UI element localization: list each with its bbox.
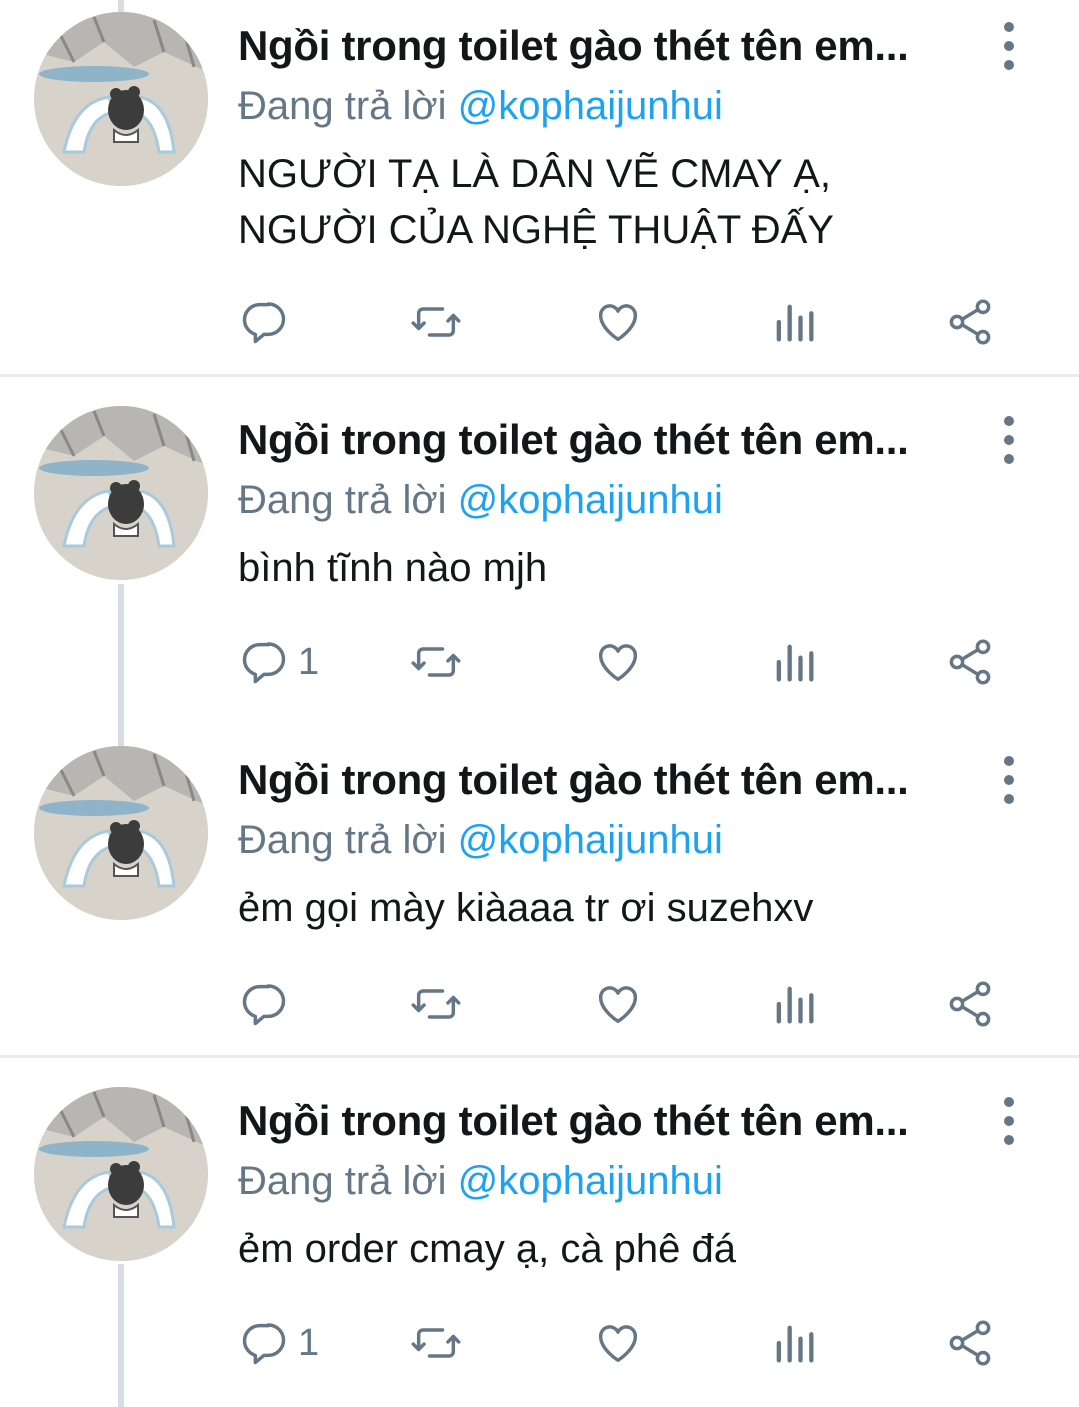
more-vertical-icon[interactable] <box>992 22 1026 82</box>
reply-handle-link[interactable]: @kophaijunhui <box>458 84 723 128</box>
replying-to: Đang trả lời @kophaijunhui <box>238 818 723 863</box>
analytics-icon <box>776 304 814 342</box>
like-button[interactable] <box>592 292 644 352</box>
heart-icon <box>598 986 638 1024</box>
divider <box>0 1055 1079 1058</box>
avatar[interactable] <box>34 1087 208 1261</box>
retweet-icon <box>411 1328 461 1358</box>
action-bar: 1 <box>0 1313 1079 1373</box>
share-button[interactable] <box>944 974 996 1034</box>
reply-icon <box>242 302 286 344</box>
avatar[interactable] <box>34 746 208 920</box>
retweet-button[interactable] <box>410 632 462 692</box>
reply-prefix: Đang trả lời <box>238 1159 447 1203</box>
analytics-icon <box>776 644 814 682</box>
analytics-button[interactable] <box>768 1313 820 1373</box>
display-name[interactable]: Ngồi trong toilet gào thét tên em... <box>238 22 909 70</box>
share-button[interactable] <box>944 292 996 352</box>
avatar-image <box>34 1087 208 1261</box>
tweet[interactable]: Ngồi trong toilet gào thét tên em... Đan… <box>0 404 1079 734</box>
reply-prefix: Đang trả lời <box>238 818 447 862</box>
share-icon <box>949 1320 991 1366</box>
like-button[interactable] <box>592 632 644 692</box>
avatar-image <box>34 746 208 920</box>
tweet[interactable]: Ngồi trong toilet gào thét tên em... Đan… <box>0 10 1079 370</box>
tweet[interactable]: Ngồi trong toilet gào thét tên em... Đan… <box>0 1085 1079 1405</box>
divider <box>0 374 1079 377</box>
retweet-icon <box>411 647 461 677</box>
reply-handle-link[interactable]: @kophaijunhui <box>458 478 723 522</box>
reply-button[interactable] <box>238 292 298 352</box>
tweet-text-line: NGƯỜI CỦA NGHỆ THUẬT ĐẤY <box>238 208 834 252</box>
share-button[interactable] <box>944 632 996 692</box>
analytics-button[interactable] <box>768 632 820 692</box>
more-vertical-icon[interactable] <box>992 1097 1026 1157</box>
analytics-button[interactable] <box>768 292 820 352</box>
analytics-icon <box>776 986 814 1024</box>
reply-icon <box>242 1323 286 1365</box>
heart-icon <box>598 644 638 682</box>
more-vertical-icon[interactable] <box>992 756 1026 816</box>
retweet-icon <box>411 307 461 337</box>
action-bar <box>0 292 1079 352</box>
retweet-button[interactable] <box>410 974 462 1034</box>
tweet-text: ẻm order cmay ạ, cà phê đá <box>238 1221 1038 1277</box>
tweet-text: NGƯỜI TẠ LÀ DÂN VẼ CMAY Ạ, NGƯỜI CỦA NGH… <box>238 146 1038 258</box>
share-icon <box>949 981 991 1027</box>
retweet-button[interactable] <box>410 1313 462 1373</box>
analytics-button[interactable] <box>768 974 820 1034</box>
display-name[interactable]: Ngồi trong toilet gào thét tên em... <box>238 416 909 464</box>
retweet-button[interactable] <box>410 292 462 352</box>
share-icon <box>949 639 991 685</box>
avatar-image <box>34 406 208 580</box>
tweet-text-line: NGƯỜI TẠ LÀ DÂN VẼ CMAY Ạ, <box>238 152 832 196</box>
reply-button[interactable]: 1 <box>238 632 319 692</box>
replying-to: Đang trả lời @kophaijunhui <box>238 1159 723 1204</box>
display-name[interactable]: Ngồi trong toilet gào thét tên em... <box>238 1097 909 1145</box>
tweet-text-line: bình tĩnh nào mjh <box>238 546 548 590</box>
avatar-image <box>34 12 208 186</box>
tweet-text: ẻm gọi mày kiàaaa tr ơi suzehxv <box>238 880 1038 936</box>
reply-handle-link[interactable]: @kophaijunhui <box>458 1159 723 1203</box>
display-name[interactable]: Ngồi trong toilet gào thét tên em... <box>238 756 909 804</box>
tweet-text: bình tĩnh nào mjh <box>238 540 1038 596</box>
action-bar <box>0 974 1079 1034</box>
action-bar: 1 <box>0 632 1079 692</box>
reply-icon <box>242 984 286 1026</box>
heart-icon <box>598 1325 638 1363</box>
reply-count: 1 <box>298 640 320 683</box>
reply-icon <box>242 642 286 684</box>
avatar[interactable] <box>34 12 208 186</box>
avatar[interactable] <box>34 406 208 580</box>
reply-count: 1 <box>298 1321 320 1364</box>
replying-to: Đang trả lời @kophaijunhui <box>238 478 723 523</box>
tweet-text-line: ẻm gọi mày kiàaaa tr ơi suzehxv <box>238 886 814 930</box>
reply-button[interactable] <box>238 974 298 1034</box>
reply-prefix: Đang trả lời <box>238 478 447 522</box>
analytics-icon <box>776 1325 814 1363</box>
share-icon <box>949 299 991 345</box>
more-vertical-icon[interactable] <box>992 416 1026 476</box>
like-button[interactable] <box>592 1313 644 1373</box>
tweet-text-line: ẻm order cmay ạ, cà phê đá <box>238 1227 737 1271</box>
reply-button[interactable]: 1 <box>238 1313 319 1373</box>
share-button[interactable] <box>944 1313 996 1373</box>
heart-icon <box>598 304 638 342</box>
tweet[interactable]: Ngồi trong toilet gào thét tên em... Đan… <box>0 744 1079 1049</box>
retweet-icon <box>411 989 461 1019</box>
reply-prefix: Đang trả lời <box>238 84 447 128</box>
replying-to: Đang trả lời @kophaijunhui <box>238 84 723 129</box>
reply-handle-link[interactable]: @kophaijunhui <box>458 818 723 862</box>
like-button[interactable] <box>592 974 644 1034</box>
